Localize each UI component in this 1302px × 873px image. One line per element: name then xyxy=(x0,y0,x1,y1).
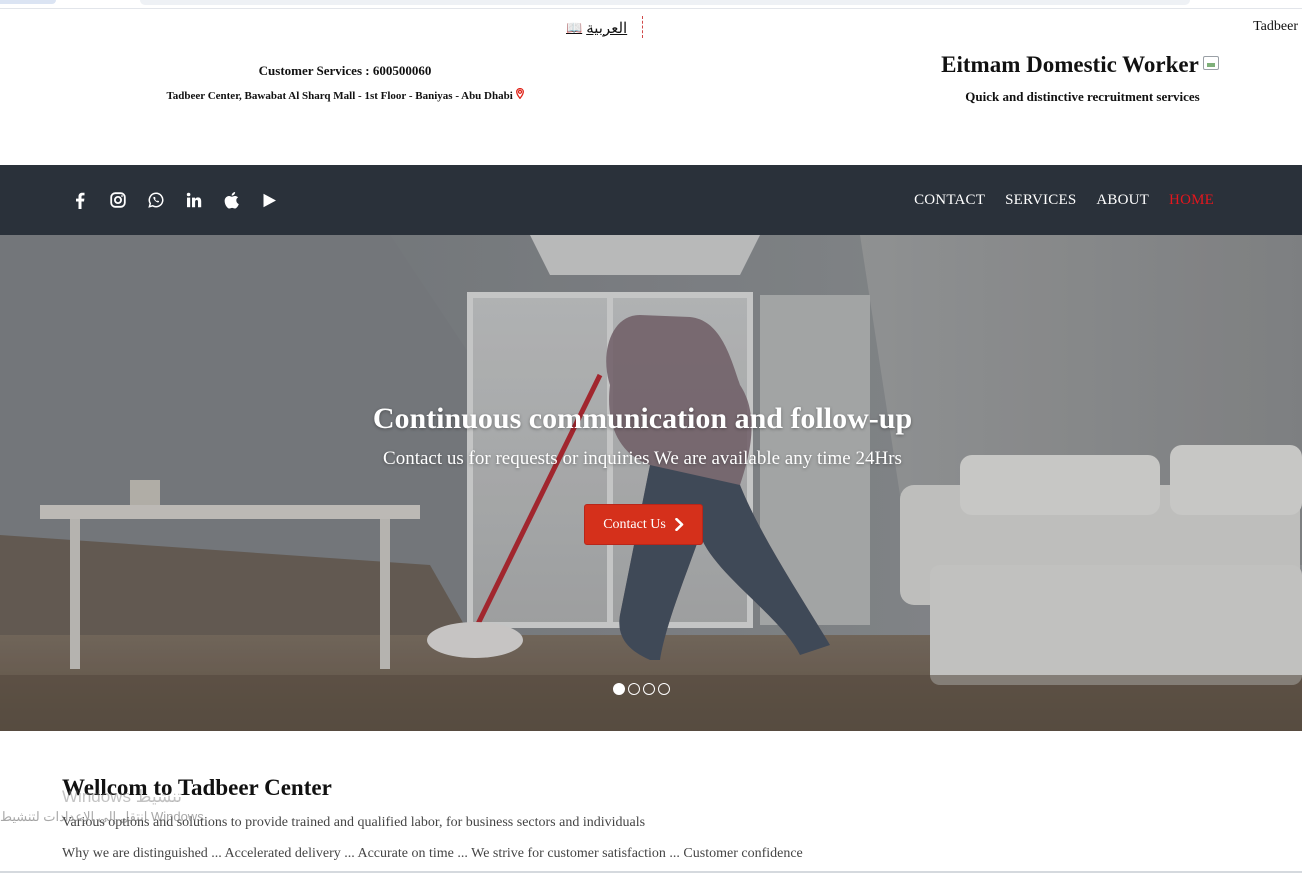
contact-us-label: Contact Us xyxy=(603,516,666,532)
apple-icon[interactable] xyxy=(222,191,241,210)
browser-chrome-strip xyxy=(0,0,1302,9)
browser-tab-edge[interactable] xyxy=(0,0,56,4)
nav-link-services[interactable]: SERVICES xyxy=(1005,192,1076,209)
slider-dot-3[interactable] xyxy=(643,683,655,695)
chevron-right-icon xyxy=(674,518,684,531)
nav-link-contact[interactable]: CONTACT xyxy=(914,192,985,209)
nav-link-about[interactable]: ABOUT xyxy=(1096,192,1149,209)
flag-book-icon: 📖 xyxy=(566,20,583,35)
address-line: Tadbeer Center, Bawabat Al Sharq Mall - … xyxy=(130,87,560,102)
top-divider xyxy=(642,16,643,38)
nav-links: CONTACT SERVICES ABOUT HOME xyxy=(914,165,1214,235)
play-icon[interactable] xyxy=(260,191,279,210)
slider-dot-4[interactable] xyxy=(658,683,670,695)
browser-address-bar-edge[interactable] xyxy=(140,0,1190,5)
language-switch-link[interactable]: 📖 العربية xyxy=(566,17,627,39)
welcome-paragraph-2: Why we are distinguished ... Accelerated… xyxy=(62,846,803,861)
language-switch-label: العربية xyxy=(586,20,628,37)
windows-activation-watermark-title: Windows تنشيط xyxy=(62,787,182,806)
nav-link-home[interactable]: HOME xyxy=(1169,192,1214,209)
linkedin-icon[interactable] xyxy=(184,191,203,210)
slider-dot-2[interactable] xyxy=(628,683,640,695)
windows-activation-watermark-text: انتقل إلى الإعدادات لتنشيط Windows xyxy=(0,809,204,824)
instagram-icon[interactable] xyxy=(108,191,127,210)
map-pin-icon xyxy=(515,87,524,102)
whatsapp-icon[interactable] xyxy=(146,191,165,210)
hero-slider: Continuous communication and follow-up C… xyxy=(0,235,1302,731)
facebook-icon[interactable] xyxy=(70,191,89,210)
brand-tagline: Quick and distinctive recruitment servic… xyxy=(965,89,1200,104)
hero-background-image xyxy=(0,235,1302,731)
customer-services-phone: Customer Services : 600500060 xyxy=(258,63,432,78)
tadbeer-top-label: Tadbeer xyxy=(1253,19,1298,34)
logo-broken-image-icon xyxy=(1202,56,1219,70)
social-links xyxy=(70,165,279,235)
slider-indicators xyxy=(613,683,670,695)
main-navbar: CONTACT SERVICES ABOUT HOME xyxy=(0,165,1302,235)
hero-title: Continuous communication and follow-up xyxy=(372,402,913,435)
contact-us-button[interactable]: Contact Us xyxy=(584,504,703,545)
slider-dot-1[interactable] xyxy=(613,683,625,695)
brand-title-text: Eitmam Domestic Worker xyxy=(941,52,1199,77)
brand-title: Eitmam Domestic Worker xyxy=(880,52,1280,78)
address-text: Tadbeer Center, Bawabat Al Sharq Mall - … xyxy=(166,90,513,102)
hero-subtitle: Contact us for requests or inquiries We … xyxy=(383,448,902,469)
